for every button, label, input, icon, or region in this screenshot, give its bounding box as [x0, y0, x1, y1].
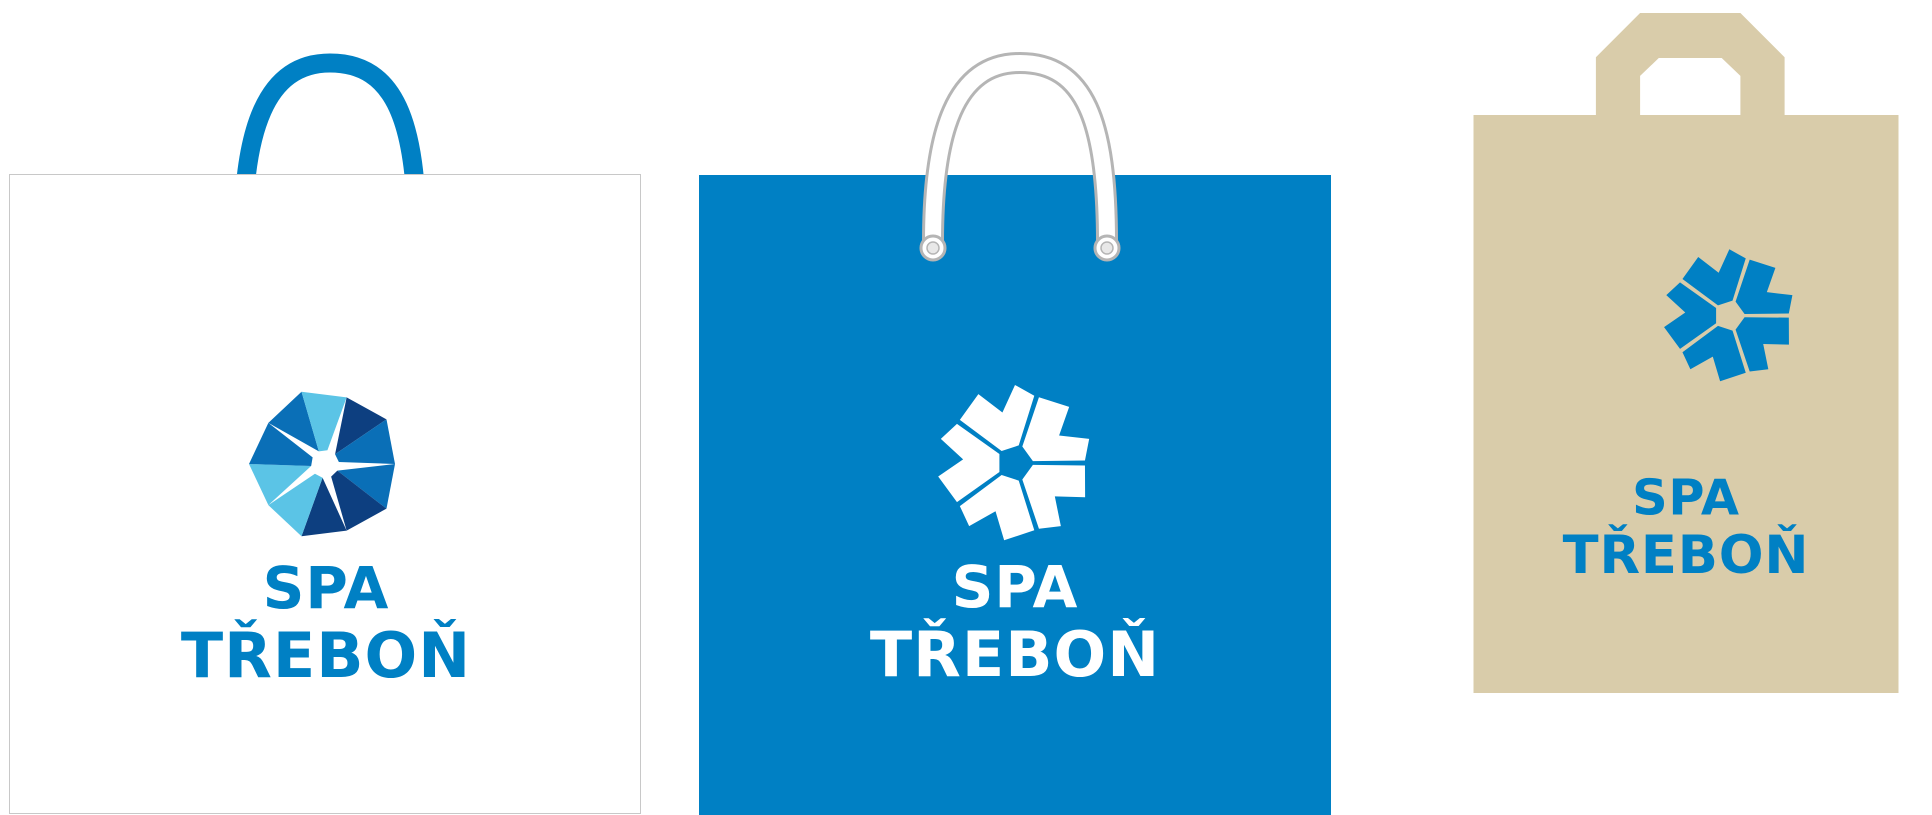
brand-line-spa: SPA [262, 554, 390, 622]
brand-line-trebon: TŘEBOŇ [1562, 523, 1810, 586]
white-flower-logo [938, 385, 1090, 541]
blue-shopping-bag: SPA TŘEBOŇ [699, 175, 1331, 815]
multicolor-flower-logo [249, 391, 395, 537]
white-rope-handle [919, 51, 1121, 262]
brand-line-trebon: TŘEBOŇ [869, 618, 1161, 691]
white-shopping-bag: SPA TŘEBOŇ [9, 174, 641, 814]
flower-petal [1022, 397, 1090, 462]
flower-petal [1022, 464, 1086, 529]
brand-line-trebon: TŘEBOŇ [180, 619, 472, 692]
kraft-shopping-bag: SPA TŘEBOŇ [1473, 13, 1899, 693]
brand-wordmark: SPA TŘEBOŇ [815, 558, 1215, 686]
brand-line-spa: SPA [951, 553, 1079, 621]
brand-wordmark: SPA TŘEBOŇ [1516, 473, 1856, 582]
brand-wordmark: SPA TŘEBOŇ [126, 559, 526, 687]
brand-line-spa: SPA [1632, 472, 1740, 527]
